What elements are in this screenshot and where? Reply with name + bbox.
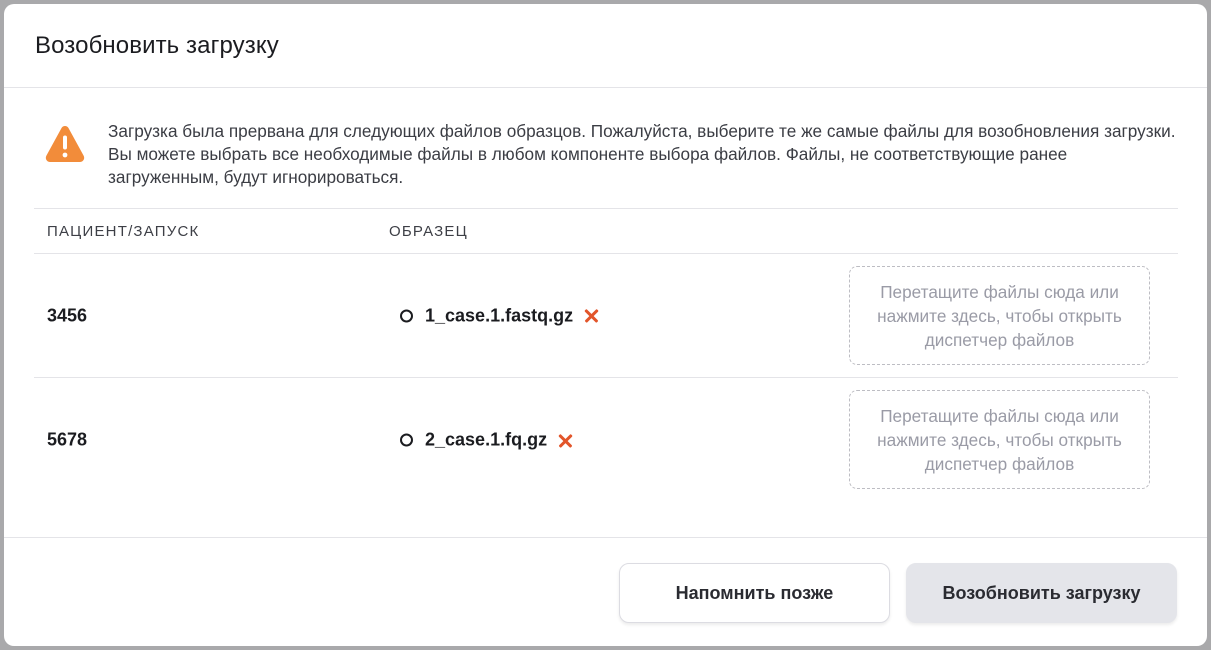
file-name: 2_case.1.fq.gz	[425, 429, 548, 450]
file-dropzone[interactable]: Перетащите файлы сюда или нажмите здесь,…	[849, 390, 1150, 489]
table-header: ПАЦИЕНТ/ЗАПУСК ОБРАЗЕЦ	[34, 208, 1178, 254]
dialog-footer: Напомнить позже Возобновить загрузку	[4, 537, 1207, 646]
table-row: 5678 2_case.1.fq.gz Перетащите файлы сюд…	[34, 378, 1178, 502]
resume-upload-button[interactable]: Возобновить загрузку	[906, 563, 1177, 623]
column-header-sample: ОБРАЗЕЦ	[389, 223, 468, 240]
file-dropzone[interactable]: Перетащите файлы сюда или нажмите здесь,…	[849, 266, 1150, 365]
remind-later-button[interactable]: Напомнить позже	[619, 563, 890, 623]
remove-file-icon[interactable]	[582, 307, 600, 325]
dialog-header: Возобновить загрузку	[4, 4, 1207, 88]
warning-text: Загрузка была прервана для следующих фай…	[108, 121, 1176, 187]
resume-upload-dialog: Возобновить загрузку Загрузка была прерв…	[4, 4, 1207, 646]
pending-circle-icon	[400, 433, 413, 447]
sample-file: 2_case.1.fq.gz	[400, 430, 574, 451]
sample-file: 1_case.1.fastq.gz	[400, 305, 600, 326]
warning-message: Загрузка была прервана для следующих фай…	[44, 120, 1178, 189]
column-header-patient: ПАЦИЕНТ/ЗАПУСК	[47, 223, 200, 240]
file-name: 1_case.1.fastq.gz	[425, 305, 574, 325]
table-row: 3456 1_case.1.fastq.gz Перетащите файлы …	[34, 254, 1178, 378]
samples-table: ПАЦИЕНТ/ЗАПУСК ОБРАЗЕЦ 3456 1_case.1.fas…	[34, 208, 1178, 502]
patient-id: 3456	[47, 305, 88, 325]
remove-file-icon[interactable]	[556, 431, 574, 449]
patient-id: 5678	[47, 429, 88, 450]
dialog-title: Возобновить загрузку	[35, 31, 279, 59]
pending-circle-icon	[400, 309, 413, 322]
warning-triangle-icon	[44, 123, 86, 165]
